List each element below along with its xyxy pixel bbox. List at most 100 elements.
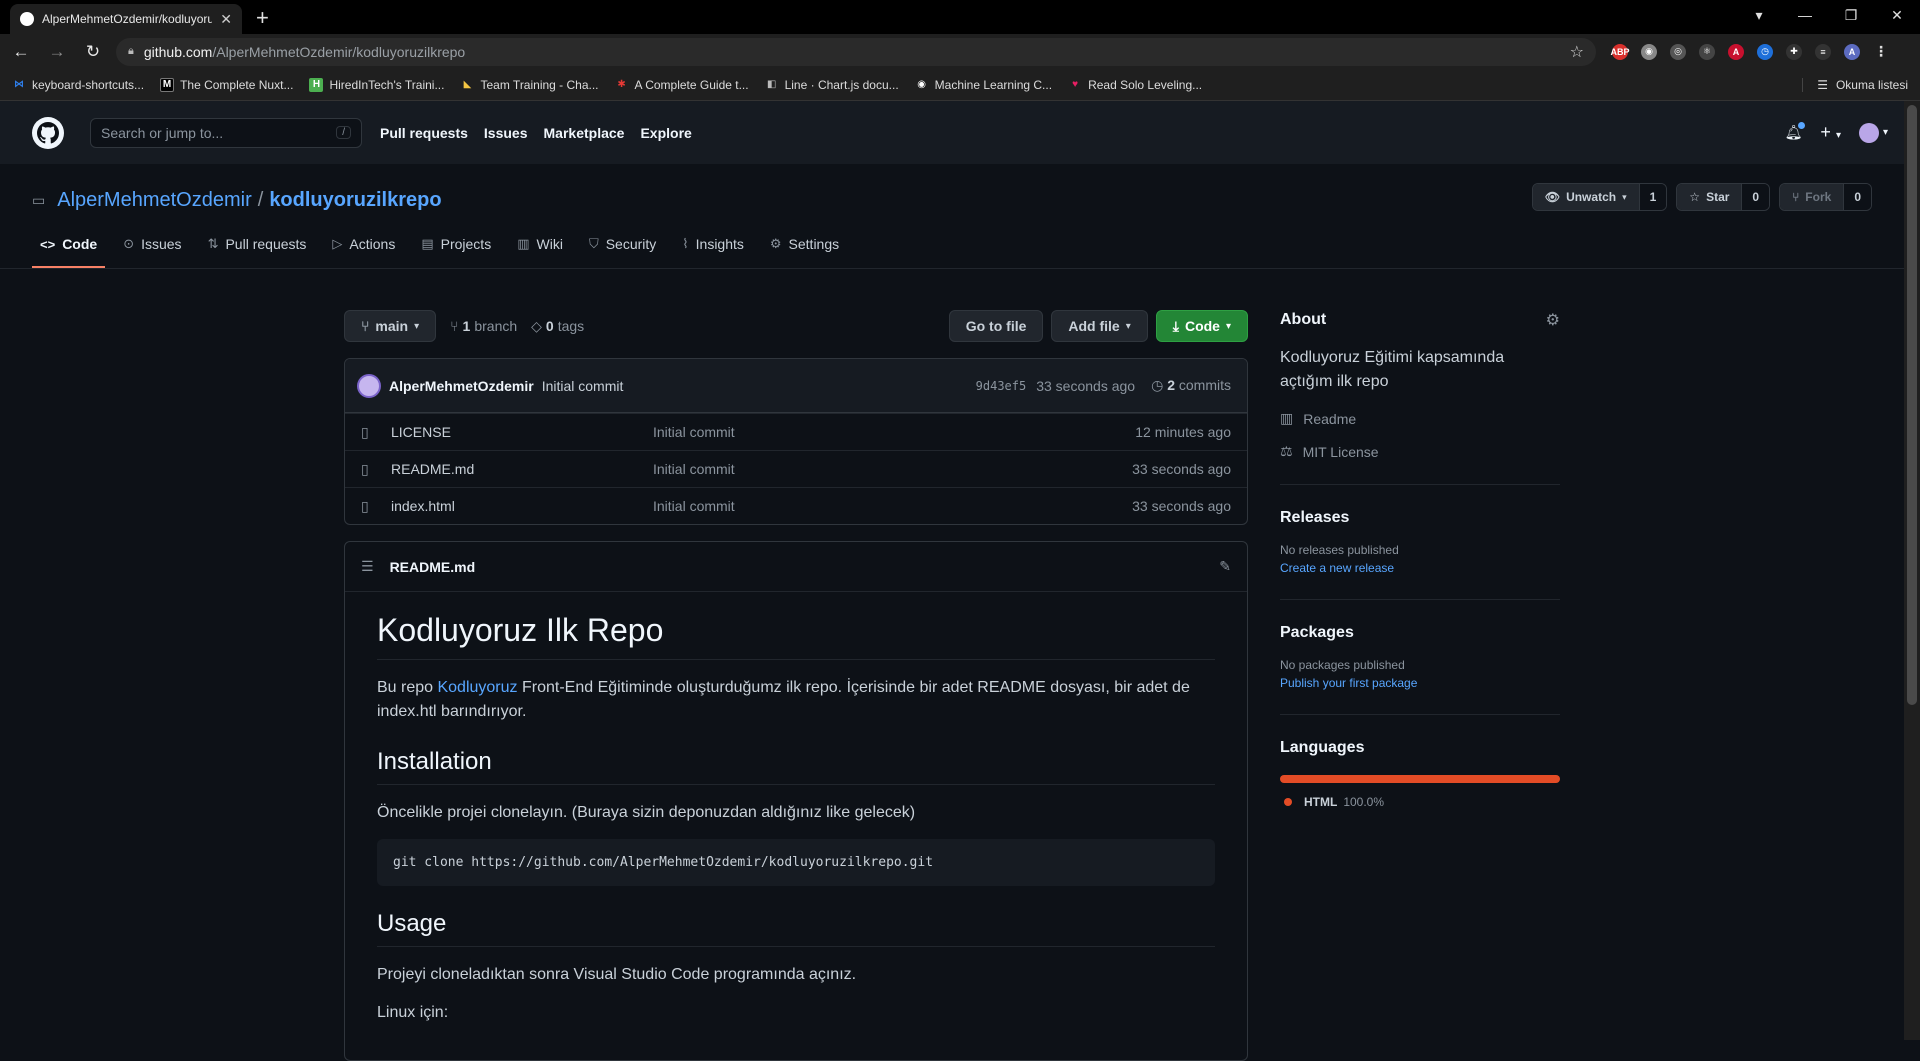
tab-wiki[interactable]: ▥ Wiki [509,236,571,268]
fork-icon: ⑂ [1792,190,1800,204]
repo-name-link[interactable]: kodluyoruzilkrepo [269,189,441,212]
lock-icon[interactable]: 🔒︎ [128,45,134,58]
tab-settings[interactable]: ⚙ Settings [762,236,847,268]
clock-extension-icon[interactable]: ◷ [1757,43,1773,60]
repo-owner-link[interactable]: AlperMehmetOzdemir [57,189,252,212]
language-item[interactable]: HTML 100.0% [1280,795,1560,809]
packages-title[interactable]: Packages [1280,624,1560,642]
tab-issues[interactable]: ⊙ Issues [115,236,189,268]
repo-tabs: <> Code ⊙ Issues ⇅ Pull requests ▷ Actions ▤… [32,236,1888,268]
tab-search-icon[interactable]: ▾ [1736,7,1782,24]
tab-pull-requests[interactable]: ⇅ Pull requests [200,236,315,268]
readme-header: ☰ README.md ✎ [345,542,1247,592]
bookmark-item[interactable]: ◣ Team Training - Cha... [460,78,599,92]
nav-marketplace[interactable]: Marketplace [544,125,625,141]
reading-list-button[interactable]: ☰ Okuma listesi [1802,77,1908,92]
add-file-button[interactable]: Add file ▾ [1051,310,1148,342]
license-link[interactable]: ⚖ MIT License [1280,443,1560,460]
readme-filename-link[interactable]: README.md [390,559,476,575]
file-commit-link[interactable]: Initial commit [653,424,1135,440]
fork-label: Fork [1805,190,1832,204]
branch-select-button[interactable]: ⑂ main ▾ [344,310,437,342]
commit-sha-link[interactable]: 9d43ef5 [976,379,1027,393]
kodluyoruz-link[interactable]: Kodluyoruz [437,679,517,696]
close-window-button[interactable]: ✕ [1874,7,1920,24]
bookmark-item[interactable]: ✱ A Complete Guide t... [615,78,748,92]
minimize-button[interactable]: — [1782,7,1828,23]
scrollbar-thumb[interactable] [1907,105,1917,705]
book-icon: ▥ [1280,410,1294,426]
commit-message-link[interactable]: Initial commit [542,378,624,394]
reload-button[interactable]: ↻ [80,42,106,62]
bookmark-item[interactable]: H HiredInTech's Traini... [309,77,444,92]
react-extension-icon[interactable]: ⚛ [1699,43,1715,60]
user-menu[interactable]: ▾ [1858,122,1888,143]
github-logo-icon[interactable] [32,116,64,149]
fork-button[interactable]: ⑂ Fork [1780,184,1844,210]
new-tab-button[interactable]: + [256,4,269,34]
tab-actions[interactable]: ▷ Actions [324,236,403,268]
list-toc-icon[interactable]: ☰ [361,558,374,575]
search-input[interactable]: Search or jump to... / [90,117,362,148]
tab-projects[interactable]: ▤ Projects [413,236,499,268]
fork-count[interactable]: 0 [1843,184,1871,210]
bookmark-item[interactable]: ◉ Machine Learning C... [915,78,1052,92]
readme-link[interactable]: ▥ Readme [1280,410,1560,427]
linux-text: Linux için: [377,1004,449,1021]
readme-body: Kodluyoruz Ilk Repo Bu repo Kodluyoruz F… [345,592,1247,1059]
code-button[interactable]: ⤓ Code ▾ [1155,310,1248,342]
adblock-extension-icon[interactable]: ABP [1611,43,1630,60]
pdf-extension-icon[interactable]: A [1728,43,1744,60]
file-commit-link[interactable]: Initial commit [653,461,1132,477]
nav-explore[interactable]: Explore [640,125,691,141]
profile-avatar[interactable]: A [1844,43,1860,60]
target-extension-icon[interactable]: ◎ [1670,43,1686,60]
pencil-edit-icon[interactable]: ✎ [1219,558,1231,575]
nav-pull-requests[interactable]: Pull requests [380,125,468,141]
back-button[interactable]: ← [8,42,34,62]
bookmark-item[interactable]: ⋈ keyboard-shortcuts... [12,78,144,92]
primary-nav: Pull requests Issues Marketplace Explore [380,125,692,141]
clone-code-block[interactable]: git clone https://github.com/AlperMehmet… [377,839,1215,886]
commits-history-link[interactable]: ◷ 2 commits [1151,377,1231,394]
branches-link[interactable]: ⑂ 1 branch [450,318,517,334]
create-new-dropdown[interactable]: + ▾ [1820,122,1841,143]
address-bar[interactable]: 🔒︎ github.com/AlperMehmetOzdemir/kodluyo… [116,37,1596,66]
tags-link[interactable]: ◇ 0 tags [531,318,584,335]
nav-issues[interactable]: Issues [484,125,528,141]
file-name-link[interactable]: LICENSE [391,424,653,440]
bookmark-item[interactable]: ♥ Read Solo Leveling... [1068,78,1202,92]
bookmark-star-icon[interactable]: ☆ [1570,42,1584,62]
camera-extension-icon[interactable]: ◉ [1641,43,1657,60]
releases-title[interactable]: Releases [1280,509,1560,527]
go-to-file-button[interactable]: Go to file [948,310,1044,342]
watch-count[interactable]: 1 [1638,184,1667,210]
tab-insights[interactable]: ⌇ Insights [674,236,752,268]
download-icon: ⤓ [1172,317,1179,334]
avatar[interactable] [357,373,381,398]
tab-security[interactable]: ⛉ Security [581,236,664,268]
notifications-bell-icon[interactable]: 🔔︎ [1785,121,1807,141]
puzzle-extensions-icon[interactable]: ✚ [1786,43,1802,60]
bookmark-item[interactable]: M The Complete Nuxt... [160,77,293,92]
page-scrollbar[interactable] [1904,101,1920,1040]
commit-author-link[interactable]: AlperMehmetOzdemir [389,378,534,394]
media-queue-icon[interactable]: ≡ [1815,43,1831,60]
gear-icon[interactable]: ⚙ [1546,310,1560,330]
browser-tab[interactable]: AlperMehmetOzdemir/kodluyoruzilkrepo ✕ [10,4,242,34]
bookmark-item[interactable]: ◧ Line · Chart.js docu... [765,78,899,92]
tab-code[interactable]: <> Code [32,236,106,268]
publish-package-link[interactable]: Publish your first package [1280,676,1560,690]
file-commit-link[interactable]: Initial commit [653,498,1132,514]
file-name-link[interactable]: index.html [391,498,653,514]
create-release-link[interactable]: Create a new release [1280,561,1560,575]
star-count[interactable]: 0 [1741,184,1770,210]
restore-button[interactable]: ❐ [1828,7,1874,24]
close-tab-icon[interactable]: ✕ [220,11,232,28]
star-button[interactable]: ☆ Star [1677,184,1742,210]
forward-button[interactable]: → [44,42,70,62]
file-name-link[interactable]: README.md [391,461,653,477]
unwatch-button[interactable]: 👁︎ Unwatch ▾ [1532,184,1639,210]
vscode-icon: ⋈ [14,79,24,90]
menu-kebab-icon[interactable]: ⋮ [1873,43,1889,60]
